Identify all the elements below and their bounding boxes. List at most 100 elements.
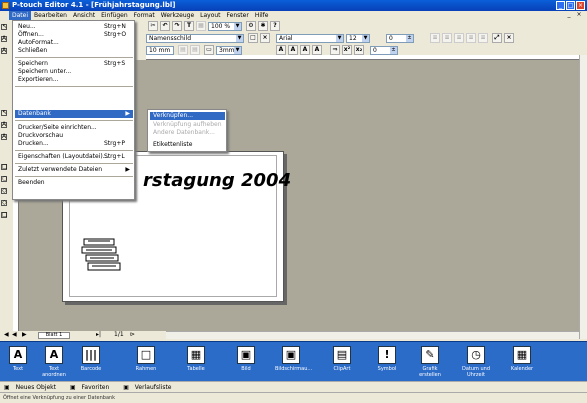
- menu-hilfe[interactable]: Hilfe: [252, 11, 272, 20]
- textbox-icon[interactable]: A: [1, 134, 7, 140]
- sheet-tab[interactable]: Blatt 1: [38, 332, 70, 339]
- doc-icon[interactable]: [0, 11, 9, 20]
- menu-item-print[interactable]: Drucken... Strg+P: [15, 140, 133, 148]
- align-left-icon[interactable]: ≡: [430, 33, 440, 43]
- submenu-item-other-db[interactable]: Andere Datenbank...: [150, 129, 225, 137]
- diamond-icon[interactable]: ◇: [1, 200, 7, 206]
- spacing-stepper[interactable]: 0 ±: [386, 34, 414, 43]
- star-icon[interactable]: ✱: [258, 21, 268, 31]
- properties-icon[interactable]: ⚙: [246, 21, 256, 31]
- text-icon[interactable]: A: [1, 122, 7, 128]
- align-right-icon[interactable]: ≡: [454, 33, 464, 43]
- first-sheet-icon[interactable]: ◀: [4, 331, 9, 339]
- frame-toggle-icon[interactable]: □: [248, 33, 258, 43]
- text-format-icon[interactable]: T: [184, 21, 194, 31]
- tape-option2-icon[interactable]: ▤: [190, 45, 200, 55]
- close-panel-icon[interactable]: ×: [260, 33, 270, 43]
- italic-a-icon[interactable]: A: [288, 45, 298, 55]
- submenu-item-label-list[interactable]: Etikettenliste: [150, 141, 225, 149]
- polygon-icon[interactable]: ◇: [1, 188, 7, 194]
- tape-icon[interactable]: ▭: [204, 45, 214, 55]
- menu-einfuegen[interactable]: Einfügen: [98, 11, 130, 20]
- palette-clipart[interactable]: ▤ ClipArt: [326, 346, 358, 372]
- redo-icon[interactable]: ↷: [172, 21, 182, 31]
- superscript-icon[interactable]: x²: [342, 45, 352, 55]
- palette-text-arrange[interactable]: A Text anordnen: [38, 346, 70, 378]
- tape-width-select[interactable]: 3mm ▼: [216, 46, 242, 55]
- outline-a-icon[interactable]: A: [312, 45, 322, 55]
- effect-icon[interactable]: ⇒: [330, 45, 340, 55]
- palette-datetime[interactable]: ◷ Datum und Uhrzeit: [460, 346, 492, 378]
- mdi-close-icon[interactable]: ×: [576, 12, 582, 18]
- text-tool-icon[interactable]: A: [1, 36, 7, 42]
- palette-frame[interactable]: □ Rahmen: [130, 346, 162, 372]
- menu-werkzeuge[interactable]: Werkzeuge: [158, 11, 197, 20]
- undo-icon[interactable]: ↶: [160, 21, 170, 31]
- menu-item-save-as[interactable]: Speichern unter...: [15, 68, 133, 76]
- font-size-select[interactable]: 12 ▼: [346, 34, 370, 43]
- vertical-scrollbar[interactable]: [579, 55, 587, 339]
- menu-item-print-preview[interactable]: Druckvorschau: [15, 132, 133, 140]
- close-button[interactable]: ×: [576, 1, 585, 10]
- menu-item-save[interactable]: Speichern Strg+S: [15, 60, 133, 68]
- next-sheet-icon[interactable]: ▶: [22, 331, 27, 339]
- ellipse-icon[interactable]: ○: [1, 176, 7, 182]
- submenu-item-link[interactable]: Verknüpfen...: [150, 112, 225, 120]
- font-select[interactable]: Arial ▼: [276, 34, 344, 43]
- cut-icon[interactable]: ✂: [148, 21, 158, 31]
- justify-icon[interactable]: ≡: [466, 33, 476, 43]
- frame-icon[interactable]: □: [1, 212, 8, 218]
- distribute-icon[interactable]: ≡: [478, 33, 488, 43]
- menu-item-open[interactable]: Öffnen... Strg+O: [15, 31, 133, 39]
- page-nav-icon[interactable]: ▸|: [96, 331, 101, 339]
- horizontal-scrollbar[interactable]: [166, 331, 579, 339]
- resize-icon[interactable]: ⤢: [492, 33, 502, 43]
- layout-name-select[interactable]: Namensschild ▼: [146, 34, 244, 43]
- menu-item-export[interactable]: Exportieren...: [15, 76, 133, 84]
- menu-item-new[interactable]: Neu... Strg+N: [15, 23, 133, 31]
- menu-item-exit[interactable]: Beenden: [15, 179, 133, 187]
- palette-table[interactable]: ▦ Tabelle: [180, 346, 212, 372]
- menu-item-recent-files[interactable]: Zuletzt verwendete Dateien ▶: [15, 166, 133, 174]
- menu-item-printer-setup[interactable]: Drucker/Seite einrichten...: [15, 124, 133, 132]
- minimize-button[interactable]: _: [556, 1, 565, 10]
- prev-sheet-icon[interactable]: ◀: [12, 331, 17, 339]
- maximize-button[interactable]: □: [566, 1, 575, 10]
- menu-layout[interactable]: Layout: [197, 11, 223, 20]
- menu-item-close[interactable]: Schließen: [15, 47, 133, 55]
- palette-graphic[interactable]: ✎ Grafik erstellen: [414, 346, 446, 378]
- app-icon[interactable]: [2, 2, 9, 9]
- grid-icon[interactable]: ▦: [196, 21, 206, 31]
- line-spacing-stepper[interactable]: 0 ±: [370, 46, 398, 55]
- bold-a-icon[interactable]: A: [276, 45, 286, 55]
- palette-image[interactable]: ▣ Bild: [230, 346, 262, 372]
- rectangle-icon[interactable]: □: [1, 164, 8, 170]
- align-center-icon[interactable]: ≡: [442, 33, 452, 43]
- page-add-icon[interactable]: ⊳: [130, 331, 135, 339]
- arrow-tool-icon[interactable]: ↖: [1, 24, 7, 30]
- help-icon[interactable]: ?: [270, 21, 280, 31]
- zoom-select[interactable]: 100 % ▼: [208, 22, 242, 31]
- label-title-text[interactable]: rstagung 2004: [143, 170, 291, 191]
- tape-option-icon[interactable]: ▤: [178, 45, 188, 55]
- submenu-item-unlink[interactable]: Verknüpfung aufheben: [150, 121, 225, 129]
- palette-screenshot[interactable]: ▣ Bildschirmau...: [275, 346, 312, 372]
- menu-datei[interactable]: Datei: [9, 11, 32, 20]
- subscript-icon[interactable]: x₂: [354, 45, 364, 55]
- clipart-image[interactable]: [80, 235, 124, 273]
- palette-symbol[interactable]: ! Symbol: [371, 346, 403, 372]
- menu-item-autoformat[interactable]: AutoFormat...: [15, 39, 133, 47]
- palette-text[interactable]: A Text: [2, 346, 34, 372]
- panel-close-icon[interactable]: ×: [504, 33, 514, 43]
- underline-a-icon[interactable]: A: [300, 45, 310, 55]
- palette-barcode[interactable]: ||| Barcode: [75, 346, 107, 372]
- menu-item-properties[interactable]: Eigenschaften (Layoutdatei)... Strg+L: [15, 153, 133, 161]
- select-tool-icon[interactable]: ↖: [1, 110, 7, 116]
- menu-bearbeiten[interactable]: Bearbeiten: [31, 11, 70, 20]
- palette-calendar[interactable]: ▦ Kalender: [506, 346, 538, 372]
- mdi-minimize-icon[interactable]: _: [566, 12, 572, 18]
- margin-input[interactable]: 10 mm: [146, 46, 174, 55]
- menu-item-database[interactable]: Datenbank ▶: [15, 110, 133, 118]
- menu-format[interactable]: Format: [131, 11, 158, 20]
- menu-fenster[interactable]: Fenster: [224, 11, 252, 20]
